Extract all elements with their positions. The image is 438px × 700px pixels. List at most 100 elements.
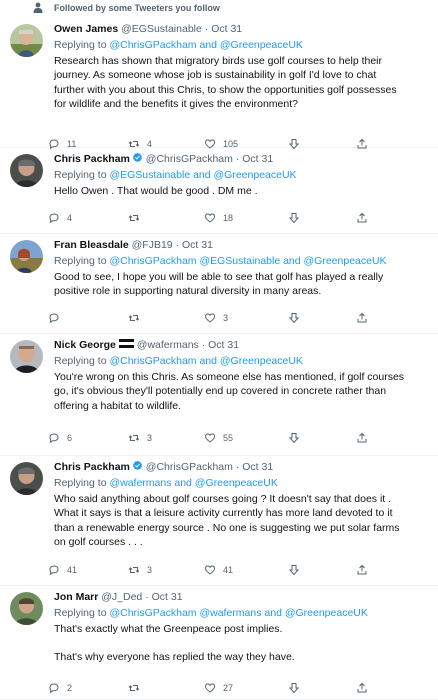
tweet-date[interactable]: Oct 31 — [242, 153, 273, 165]
like-button[interactable]: 27 — [204, 680, 233, 696]
tweet-text: Research has shown that migratory birds … — [54, 54, 420, 111]
avatar[interactable] — [10, 340, 43, 373]
downvote-button[interactable] — [288, 680, 300, 696]
like-button[interactable]: 18 — [204, 210, 233, 226]
avatar[interactable] — [10, 240, 43, 273]
replying-to: Replying to @ChrisGPackham and @Greenpea… — [54, 38, 430, 52]
tweet[interactable]: Owen James @EGSustainable · Oct 31 Reply… — [0, 18, 438, 150]
tweet-text-line: go, it's obvious they'll potentially end… — [54, 385, 387, 398]
user-handle[interactable]: @EGSustainable — [121, 23, 202, 35]
retweet-button[interactable] — [128, 680, 147, 696]
tweet[interactable]: Chris Packham @ChrisGPackham · Oct 31 Re… — [0, 456, 438, 586]
like-button[interactable]: 41 — [204, 562, 233, 578]
downvote-icon — [288, 313, 300, 324]
separator-dot: · — [204, 23, 209, 35]
retweet-button[interactable] — [128, 210, 147, 226]
reply-icon — [49, 313, 59, 324]
display-name[interactable]: Jon Marr — [54, 591, 98, 603]
tweet-date[interactable]: Oct 31 — [242, 461, 273, 473]
tweet[interactable]: Chris Packham @ChrisGPackham · Oct 31 Re… — [0, 148, 438, 234]
tweet-text-line: Research has shown that migratory birds … — [54, 55, 382, 67]
display-name[interactable]: Fran Bleasdale — [54, 239, 129, 251]
share-button[interactable] — [356, 680, 368, 696]
user-handle[interactable]: @FJB19 — [132, 239, 173, 251]
tweet-text: Who said anything about golf courses goi… — [54, 492, 420, 549]
social-context-text: Followed by some Tweeters you follow — [54, 3, 220, 13]
reply-button[interactable]: 4 — [48, 210, 72, 226]
reply-icon — [49, 213, 59, 224]
tweet[interactable]: Jon Marr @J_Ded · Oct 31 Replying to @Ch… — [0, 586, 438, 700]
reply-icon — [49, 433, 59, 444]
tweet-actions: 6 3 55 — [48, 430, 378, 446]
avatar[interactable] — [10, 462, 43, 495]
retweet-icon — [128, 685, 140, 691]
replying-to-label: Replying to — [54, 169, 107, 181]
downvote-icon — [288, 213, 300, 224]
mention-links[interactable]: @ChrisGPackham and @GreenpeaceUK — [109, 39, 303, 51]
tweet-date[interactable]: Oct 31 — [152, 591, 183, 603]
replying-to: Replying to @ChrisGPackham @wafermans an… — [54, 606, 430, 620]
downvote-button[interactable] — [288, 310, 300, 326]
mention-links[interactable]: @EGSustainable and @GreenpeaceUK — [109, 169, 296, 181]
retweet-button[interactable]: 3 — [128, 562, 152, 578]
user-handle[interactable]: @ChrisGPackham — [146, 153, 233, 165]
reply-button[interactable]: 2 — [48, 680, 72, 696]
downvote-button[interactable] — [288, 430, 300, 446]
display-name[interactable]: Chris Packham — [54, 461, 130, 473]
mention-links[interactable]: @ChrisGPackham and @GreenpeaceUK — [109, 355, 303, 367]
tweet[interactable]: Fran Bleasdale @FJB19 · Oct 31 Replying … — [0, 234, 438, 334]
tweet-date[interactable]: Oct 31 — [208, 339, 239, 351]
separator-dot: · — [175, 239, 180, 251]
reply-icon — [49, 565, 59, 576]
reply-count: 41 — [67, 565, 78, 575]
reply-count: 2 — [67, 683, 73, 693]
replying-to: Replying to @wafermans and @GreenpeaceUK — [54, 476, 430, 490]
user-handle[interactable]: @J_Ded — [101, 591, 142, 603]
display-name[interactable]: Owen James — [54, 23, 118, 35]
tweet-header: Fran Bleasdale @FJB19 · Oct 31 — [54, 238, 430, 254]
share-button[interactable] — [356, 430, 368, 446]
downvote-button[interactable] — [288, 210, 300, 226]
tweet-text-line: Hello Owen . That would be good . DM me … — [54, 185, 258, 197]
like-count: 41 — [223, 565, 234, 575]
tweet-date[interactable]: Oct 31 — [182, 239, 213, 251]
separator-dot: · — [145, 591, 149, 603]
display-name[interactable]: Chris Packham — [54, 153, 130, 165]
tweet-text-line: journey. As someone whose job is sustain… — [54, 69, 377, 82]
mention-links[interactable]: @ChrisGPackham @EGSustainable and @Green… — [109, 255, 386, 267]
downvote-icon — [288, 683, 300, 694]
reply-button[interactable] — [48, 310, 67, 326]
display-name[interactable]: Nick George — [54, 339, 116, 351]
tweet-text-line: You're wrong on this Chris. As someone e… — [54, 371, 405, 383]
retweet-button[interactable] — [128, 310, 147, 326]
share-button[interactable] — [356, 310, 368, 326]
mention-links[interactable]: @wafermans and @GreenpeaceUK — [109, 477, 277, 489]
retweet-button[interactable]: 3 — [128, 430, 152, 446]
tweet[interactable]: Nick George @wafermans · Oct 31 Replying… — [0, 334, 438, 456]
replying-to-label: Replying to — [54, 39, 107, 51]
user-handle[interactable]: @ChrisGPackham — [146, 461, 233, 473]
social-context: Followed by some Tweeters you follow — [0, 0, 438, 18]
like-button[interactable]: 55 — [204, 430, 233, 446]
reply-button[interactable]: 6 — [48, 430, 72, 446]
avatar[interactable] — [10, 592, 43, 625]
like-icon — [204, 433, 216, 443]
like-button[interactable]: 3 — [204, 310, 228, 326]
avatar[interactable] — [10, 24, 43, 57]
tweet-actions: 2 27 — [48, 680, 378, 696]
mention-links[interactable]: @ChrisGPackham @wafermans and @Greenpeac… — [109, 607, 367, 619]
share-button[interactable] — [356, 562, 368, 578]
share-button[interactable] — [356, 210, 368, 226]
tweet-text-line: than a renewable energy source . No one … — [54, 521, 400, 534]
user-handle[interactable]: @wafermans — [137, 339, 199, 351]
downvote-button[interactable] — [288, 562, 300, 578]
retweet-count: 3 — [147, 565, 153, 575]
reply-button[interactable]: 41 — [48, 562, 77, 578]
tweet-date[interactable]: Oct 31 — [211, 23, 242, 35]
reply-count: 6 — [67, 433, 73, 443]
replying-to-label: Replying to — [54, 477, 107, 489]
tweet-text: Good to see, I hope you will be able to … — [54, 270, 420, 299]
avatar[interactable] — [10, 154, 43, 187]
like-icon — [204, 683, 216, 693]
